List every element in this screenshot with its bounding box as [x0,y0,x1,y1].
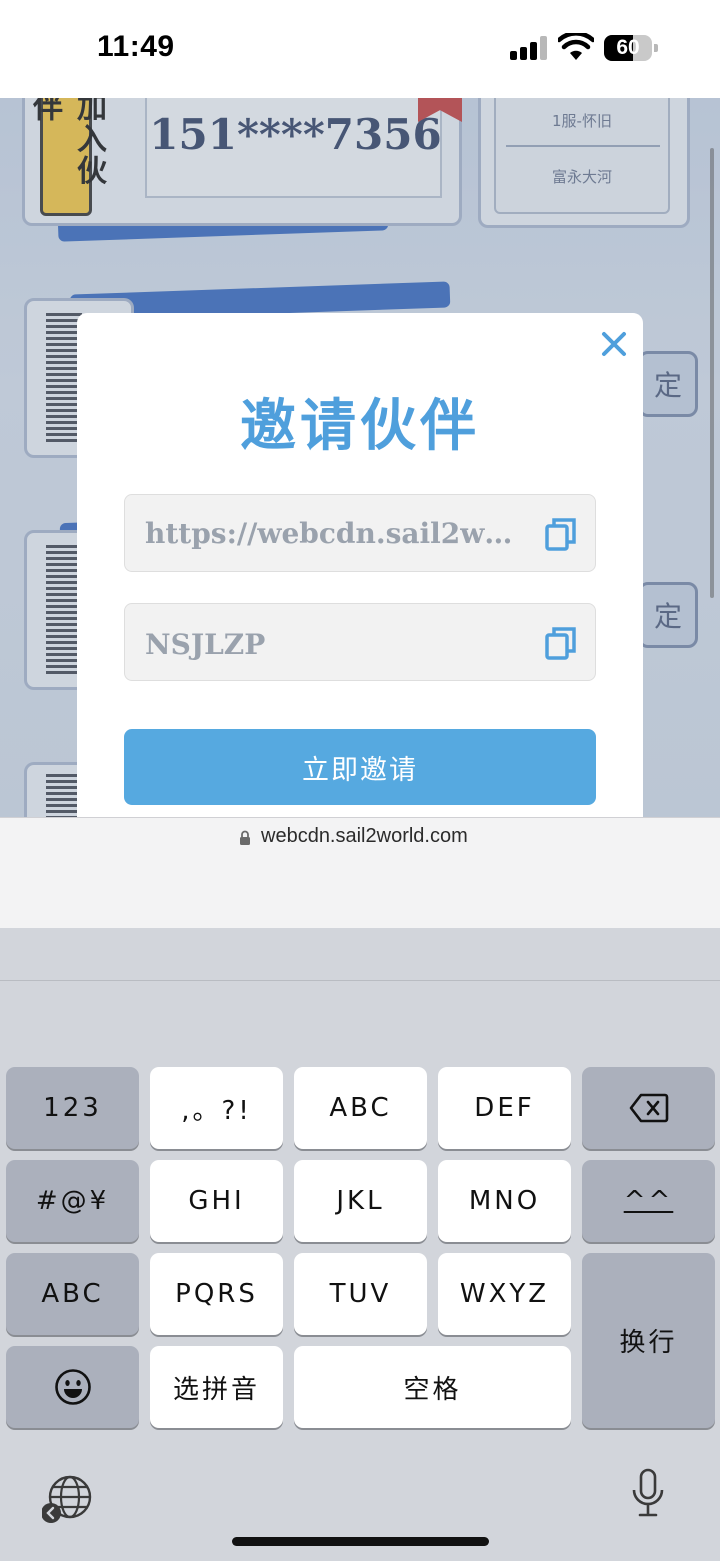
globe-icon[interactable] [42,1473,94,1525]
key-punctuation[interactable]: ,。?! [150,1067,283,1149]
key-tuv[interactable]: TUV [294,1253,427,1335]
delete-key[interactable] [582,1067,715,1149]
key-ghi[interactable]: GHI [150,1160,283,1242]
emoji-key[interactable] [6,1346,139,1428]
invite-link-text: https://webcdn.sail2world.com [145,517,515,550]
wifi-icon [558,33,594,60]
key-123[interactable]: 123 [6,1067,139,1149]
cellular-signal-icon [510,36,548,60]
keyboard: 123 ,。?! ABC DEF #@¥ GHI JKL MNO ^^ ABC … [0,928,720,1561]
key-mno[interactable]: MNO [438,1160,571,1242]
key-symbols[interactable]: #@¥ [6,1160,139,1242]
candidate-bar [0,928,720,981]
invite-code-field[interactable]: NSJLZP [124,603,596,681]
copy-icon[interactable] [545,517,577,551]
key-select-pinyin[interactable]: 选拼音 [150,1346,283,1428]
home-indicator[interactable] [232,1537,489,1546]
key-abc-switch[interactable]: ABC [6,1253,139,1335]
key-pqrs[interactable]: PQRS [150,1253,283,1335]
copy-icon[interactable] [545,626,577,660]
key-jkl[interactable]: JKL [294,1160,427,1242]
status-time: 11:49 [97,30,175,63]
address-bar[interactable]: webcdn.sail2world.com [0,817,720,928]
battery-icon: 60 [604,35,658,61]
status-bar: 11:49 60 [0,0,720,98]
scroll-indicator [710,148,714,598]
key-return[interactable]: 换行 [582,1253,715,1428]
emoji-icon [54,1369,91,1405]
space-key[interactable]: 空格 [294,1346,571,1428]
key-abc-top[interactable]: ABC [294,1067,427,1149]
close-icon [602,332,626,356]
lock-icon [240,830,250,845]
key-def[interactable]: DEF [438,1067,571,1149]
microphone-icon[interactable] [630,1468,666,1518]
address-url: webcdn.sail2world.com [261,825,468,847]
battery-percent: 60 [616,36,640,59]
invite-link-field[interactable]: https://webcdn.sail2world.com [124,494,596,572]
key-wxyz[interactable]: WXYZ [438,1253,571,1335]
modal-title: 邀请伙伴 [240,394,480,459]
invite-code-text: NSJLZP [145,628,266,661]
delete-icon [629,1093,668,1123]
close-button[interactable] [597,327,631,361]
key-kaomoji[interactable]: ^^ [582,1160,715,1242]
invite-now-button[interactable]: 立即邀请 [124,729,596,805]
invite-partner-modal: 邀请伙伴 https://webcdn.sail2world.com NSJLZ… [77,313,643,817]
